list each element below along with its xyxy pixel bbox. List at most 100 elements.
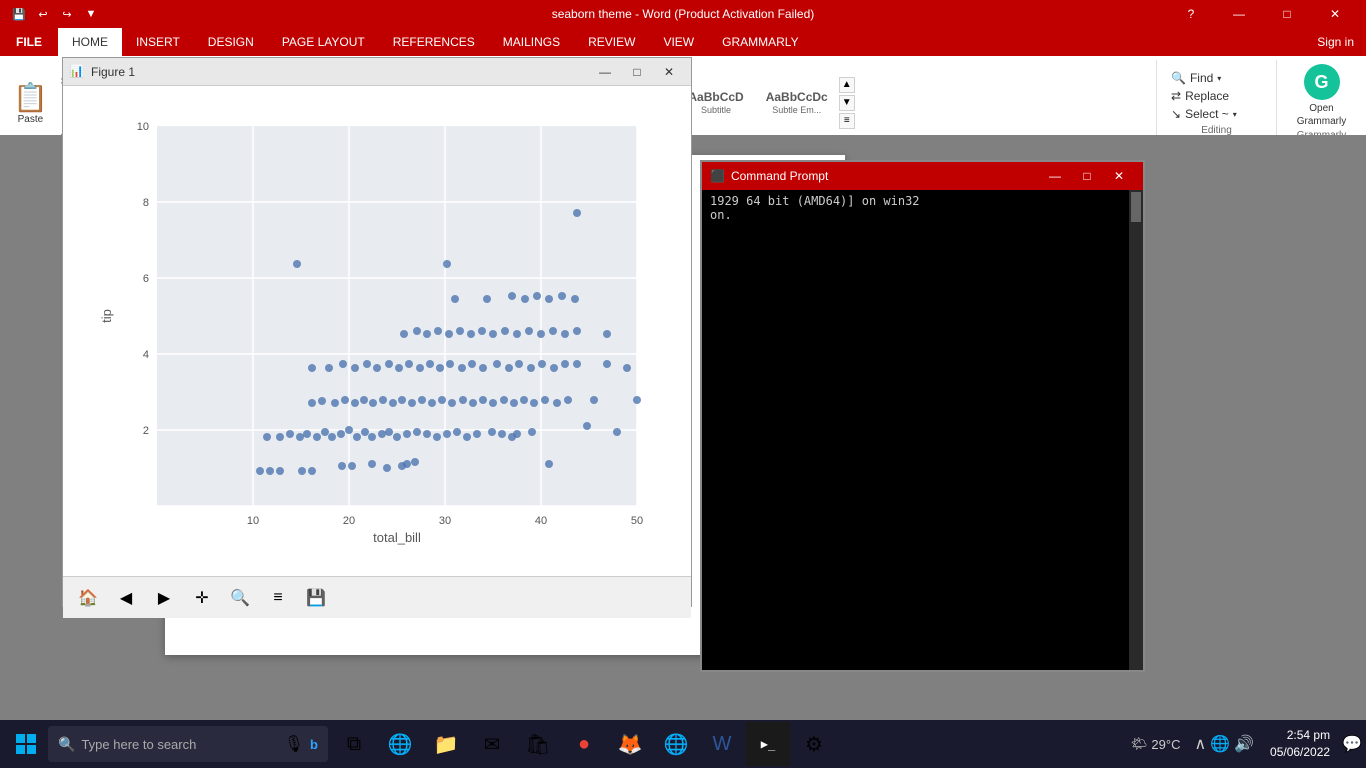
pan-tool-btn[interactable]: ✛ bbox=[187, 583, 217, 613]
cmd-window: ⬛ Command Prompt — □ ✕ 1929 64 bit (AMD6… bbox=[700, 160, 1145, 672]
figure-title: Figure 1 bbox=[91, 65, 589, 79]
tray-up-arrow[interactable]: ∧ bbox=[1194, 734, 1206, 754]
cmd-minimize-btn[interactable]: — bbox=[1039, 165, 1071, 187]
cmd-line2: on. bbox=[710, 208, 1135, 222]
weather-temp: 29°C bbox=[1151, 737, 1180, 752]
close-btn[interactable]: ✕ bbox=[1312, 0, 1358, 28]
weather-widget[interactable]: 🌤 29°C bbox=[1125, 736, 1187, 752]
tab-file[interactable]: FILE bbox=[0, 28, 58, 56]
svg-text:4: 4 bbox=[143, 349, 149, 361]
style-subtle-label: Subtle Em... bbox=[772, 105, 821, 115]
cmd-maximize-btn[interactable]: □ bbox=[1071, 165, 1103, 187]
undo-btn[interactable]: ↩ bbox=[32, 3, 54, 25]
grammarly-label: OpenGrammarly bbox=[1297, 102, 1346, 128]
word-btn[interactable]: W bbox=[700, 722, 744, 766]
find-dropdown-arrow: ▾ bbox=[1217, 74, 1221, 83]
replace-button[interactable]: ⇄ Replace bbox=[1165, 87, 1268, 105]
scatter-plot: tip 2 4 6 8 10 10 20 30 40 50 total_bill bbox=[97, 116, 657, 546]
figure-window: 📊 Figure 1 — □ ✕ tip bbox=[62, 57, 692, 607]
tab-review[interactable]: REVIEW bbox=[574, 28, 649, 56]
tab-insert[interactable]: INSERT bbox=[122, 28, 194, 56]
cmd-close-btn[interactable]: ✕ bbox=[1103, 165, 1135, 187]
zoom-tool-btn[interactable]: 🔍 bbox=[225, 583, 255, 613]
mail-btn[interactable]: ✉ bbox=[470, 722, 514, 766]
select-label: Select ~ bbox=[1185, 107, 1229, 121]
find-button[interactable]: 🔍 Find ▾ bbox=[1165, 69, 1268, 87]
grammarly-section: G OpenGrammarly Grammarly bbox=[1276, 60, 1366, 145]
chrome-btn[interactable]: ● bbox=[562, 722, 606, 766]
save-quick-btn[interactable]: 💾 bbox=[8, 3, 30, 25]
clock-date: 05/06/2022 bbox=[1270, 744, 1330, 761]
styles-scroll-up[interactable]: ▲ bbox=[839, 77, 855, 93]
clock-time: 2:54 pm bbox=[1270, 727, 1330, 744]
window-title: seaborn theme - Word (Product Activation… bbox=[552, 7, 815, 21]
styles-more[interactable]: ≡ bbox=[839, 113, 855, 129]
clock[interactable]: 2:54 pm 05/06/2022 bbox=[1262, 727, 1338, 761]
taskbar-search[interactable]: 🔍 Type here to search 🎙 b bbox=[48, 726, 328, 762]
find-label: Find bbox=[1190, 71, 1213, 85]
terminal-btn[interactable]: ▶_ bbox=[746, 722, 790, 766]
volume-icon[interactable]: 🔊 bbox=[1234, 734, 1254, 754]
sign-in-btn[interactable]: Sign in bbox=[1305, 28, 1366, 56]
cortana-icon: 🎙 bbox=[284, 734, 304, 754]
editing-section: 🔍 Find ▾ ⇄ Replace ↘ Select ~ ▾ Editing bbox=[1156, 60, 1276, 145]
bing-logo: b bbox=[310, 737, 318, 752]
maximize-btn[interactable]: □ bbox=[1264, 0, 1310, 28]
svg-text:50: 50 bbox=[631, 515, 643, 527]
forward-tool-btn[interactable]: ▶ bbox=[149, 583, 179, 613]
select-dropdown-arrow: ▾ bbox=[1233, 110, 1237, 119]
home-tool-btn[interactable]: 🏠 bbox=[73, 583, 103, 613]
customize-btn[interactable]: ▼ bbox=[80, 3, 102, 25]
styles-scroll-btns: ▲ ▼ ≡ bbox=[839, 77, 855, 129]
browser2-btn[interactable]: 🦊 bbox=[608, 722, 652, 766]
back-tool-btn[interactable]: ◀ bbox=[111, 583, 141, 613]
grammarly-icon[interactable]: G bbox=[1304, 64, 1340, 100]
x-axis-label: total_bill bbox=[373, 530, 421, 545]
styles-scroll-down[interactable]: ▼ bbox=[839, 95, 855, 111]
minimize-btn[interactable]: — bbox=[1216, 0, 1262, 28]
save-tool-btn[interactable]: 💾 bbox=[301, 583, 331, 613]
find-icon: 🔍 bbox=[1171, 71, 1186, 85]
figure-maximize-btn[interactable]: □ bbox=[621, 61, 653, 83]
style-subtle-em[interactable]: AaBbCcDc Subtle Em... bbox=[757, 87, 837, 117]
taskbar-search-icon: 🔍 bbox=[58, 736, 75, 753]
cmd-content[interactable]: 1929 64 bit (AMD64)] on win32 on. bbox=[702, 190, 1143, 670]
notification-icon[interactable]: 💬 bbox=[1342, 734, 1362, 754]
tab-grammarly[interactable]: GRAMMARLY bbox=[708, 28, 812, 56]
quick-access-toolbar: 💾 ↩ ↪ ▼ bbox=[8, 3, 102, 25]
tab-page-layout[interactable]: PAGE LAYOUT bbox=[268, 28, 379, 56]
explorer-btn[interactable]: 📁 bbox=[424, 722, 468, 766]
cmd-icon: ⬛ bbox=[710, 169, 725, 183]
figure-controls: — □ ✕ bbox=[589, 61, 685, 83]
paste-button[interactable]: 📋 Paste bbox=[6, 78, 55, 128]
tab-mailings[interactable]: MAILINGS bbox=[489, 28, 574, 56]
start-button[interactable] bbox=[4, 722, 48, 766]
edge-btn[interactable]: 🌐 bbox=[378, 722, 422, 766]
extra-btn[interactable]: ⚙ bbox=[792, 722, 836, 766]
figure-titlebar: 📊 Figure 1 — □ ✕ bbox=[63, 58, 691, 86]
tab-design[interactable]: DESIGN bbox=[194, 28, 268, 56]
taskbar-icons: ⧉ 🌐 📁 ✉ 🛍 ● 🦊 🌐 W ▶_ ⚙ bbox=[332, 722, 836, 766]
configure-tool-btn[interactable]: ≡ bbox=[263, 583, 293, 613]
network-icon[interactable]: 🌐 bbox=[1210, 734, 1230, 754]
svg-text:6: 6 bbox=[143, 273, 149, 285]
tab-home[interactable]: HOME bbox=[58, 28, 122, 56]
svg-text:8: 8 bbox=[143, 197, 149, 209]
tab-references[interactable]: REFERENCES bbox=[379, 28, 489, 56]
help-btn[interactable]: ? bbox=[1168, 0, 1214, 28]
chrome2-btn[interactable]: 🌐 bbox=[654, 722, 698, 766]
task-view-btn[interactable]: ⧉ bbox=[332, 722, 376, 766]
redo-btn[interactable]: ↪ bbox=[56, 3, 78, 25]
select-icon: ↘ bbox=[1171, 107, 1181, 121]
cmd-scroll-thumb[interactable] bbox=[1131, 192, 1141, 222]
y-axis-label: tip bbox=[99, 309, 114, 323]
figure-close-btn[interactable]: ✕ bbox=[653, 61, 685, 83]
tab-view[interactable]: VIEW bbox=[649, 28, 708, 56]
cmd-scrollbar[interactable] bbox=[1129, 190, 1143, 670]
figure-minimize-btn[interactable]: — bbox=[589, 61, 621, 83]
replace-icon: ⇄ bbox=[1171, 89, 1181, 103]
taskbar-search-text: Type here to search bbox=[81, 737, 196, 752]
store-btn[interactable]: 🛍 bbox=[516, 722, 560, 766]
select-button[interactable]: ↘ Select ~ ▾ bbox=[1165, 105, 1268, 123]
svg-text:30: 30 bbox=[439, 515, 451, 527]
